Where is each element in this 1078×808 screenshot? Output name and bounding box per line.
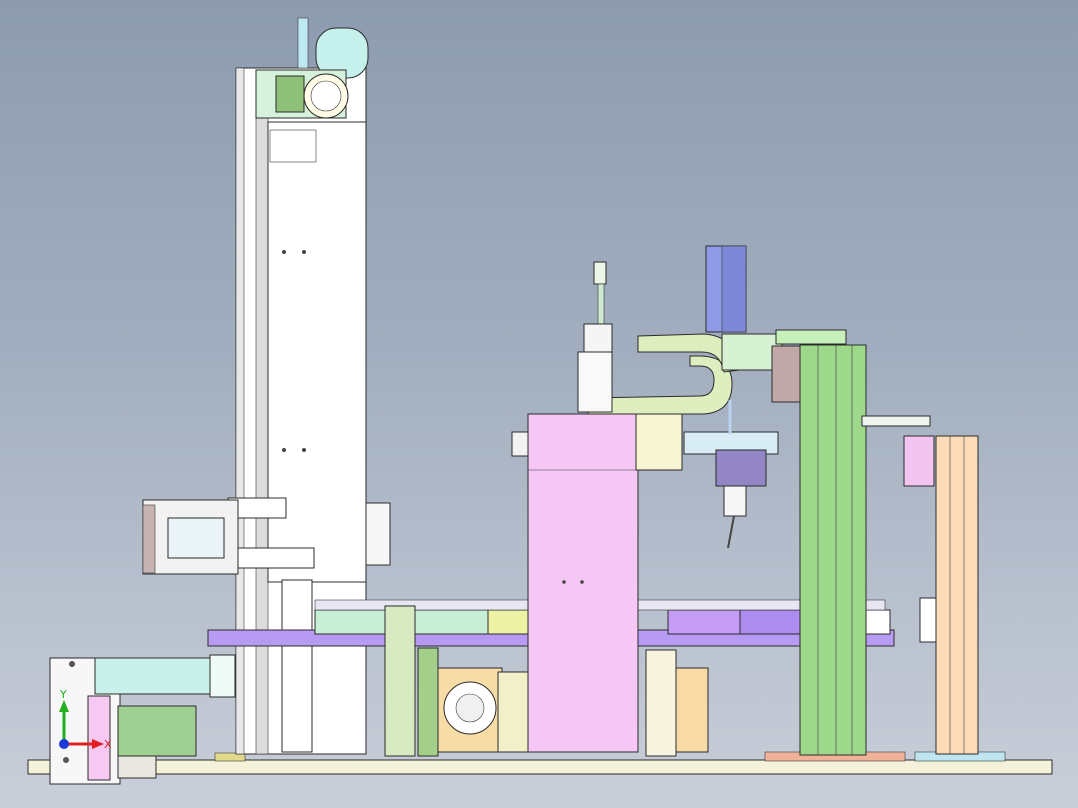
vertical-cylinder: [577, 261, 613, 413]
dispense-head: [683, 400, 779, 549]
z-axis-origin: [59, 739, 69, 749]
side-roller-bracket: [142, 499, 239, 575]
cad-viewport[interactable]: Y X: [0, 0, 1078, 808]
x-axis-label: X: [104, 738, 112, 751]
right-peach-column: [903, 435, 979, 755]
machine-assembly-drawing: Y X: [27, 17, 1053, 785]
y-axis-label: Y: [59, 688, 67, 701]
